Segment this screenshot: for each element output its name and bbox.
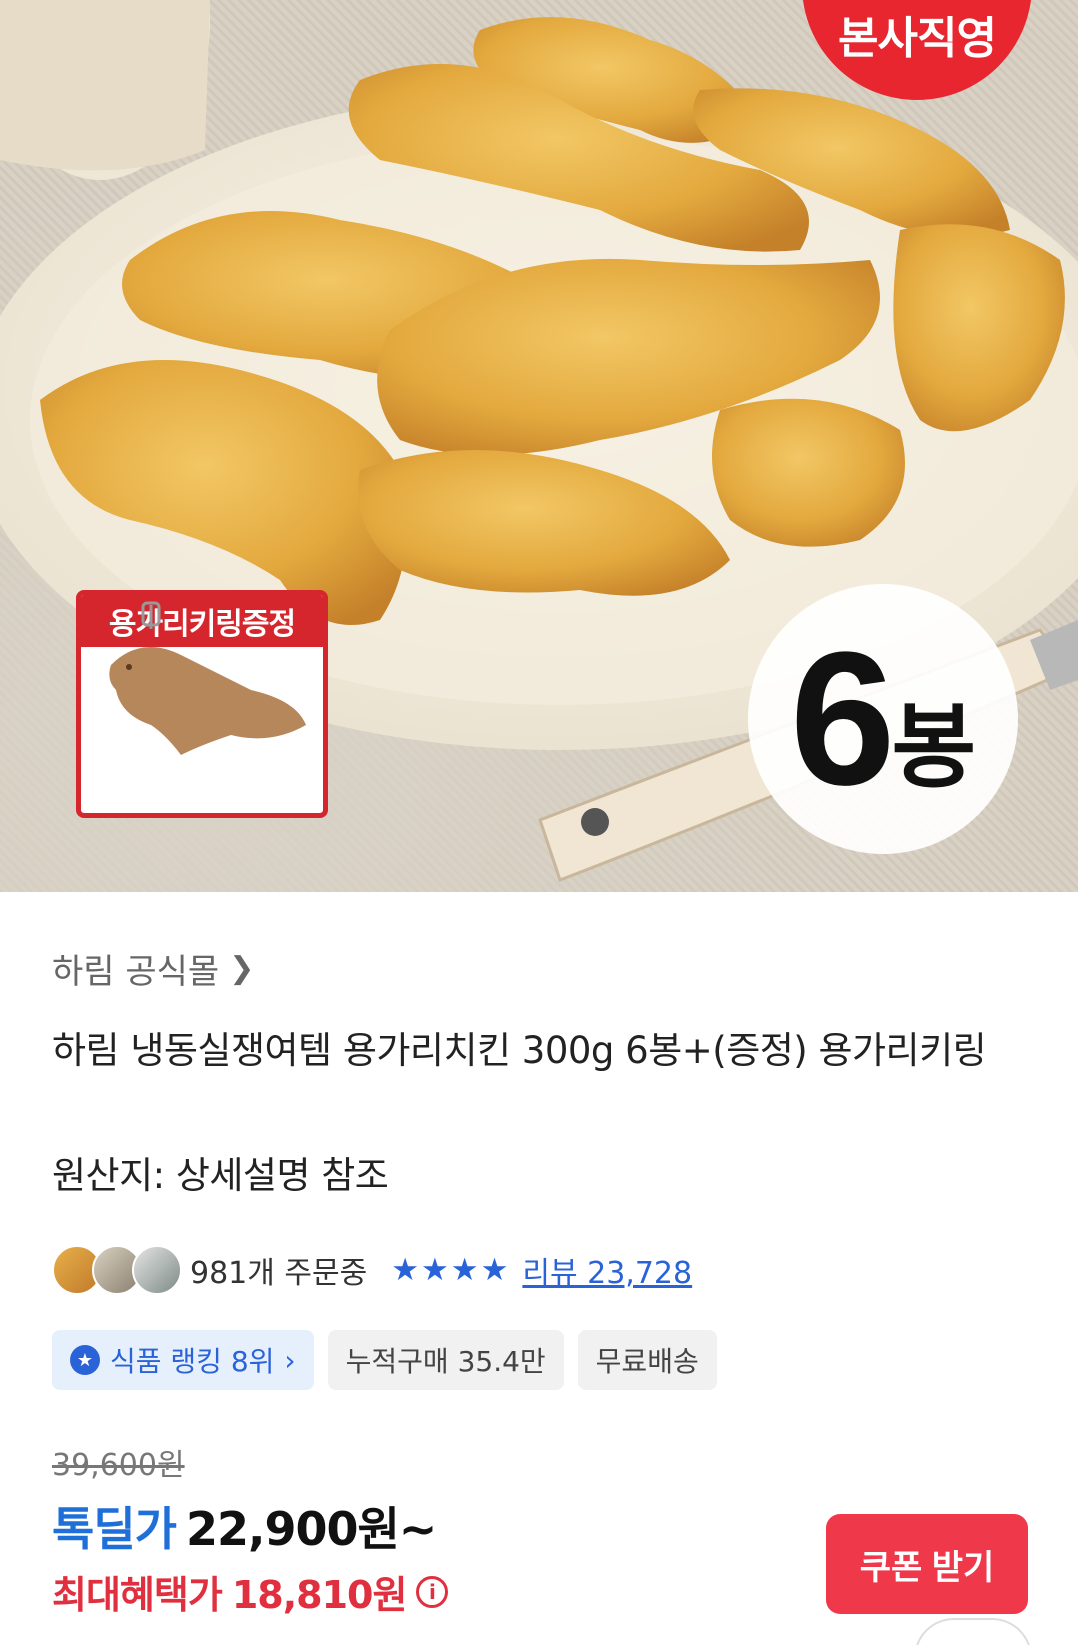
chevron-right-icon: › bbox=[284, 1343, 296, 1377]
coupon-button[interactable]: 쿠폰 받기 bbox=[826, 1514, 1028, 1614]
product-title: 하림 냉동실쟁여템 용가리치킨 300g 6봉+(증정) 용가리키링 bbox=[52, 1029, 987, 1072]
store-link[interactable]: 하림 공식몰 ❯ bbox=[52, 944, 254, 993]
direct-store-badge-label: 본사직영 bbox=[838, 13, 997, 64]
scroll-top-button[interactable] bbox=[914, 1618, 1032, 1645]
ranking-chip[interactable]: ★ 식품 랭킹 8위 › bbox=[52, 1330, 314, 1390]
gift-keyring-box: 용가리키링증정 bbox=[76, 590, 328, 818]
free-shipping-chip: 무료배송 bbox=[577, 1330, 717, 1390]
dinosaur-keyring-icon bbox=[109, 601, 306, 755]
product-origin: 원산지: 상세설명 참조 bbox=[52, 1154, 389, 1197]
pack-count-badge: 6 봉 bbox=[748, 584, 1018, 854]
star-icon: ★ bbox=[480, 1251, 509, 1288]
star-icon: ★ bbox=[391, 1251, 419, 1288]
ranking-chip-label: 식품 랭킹 8위 bbox=[110, 1345, 275, 1378]
cumulative-purchase-chip: 누적구매 35.4만 bbox=[327, 1330, 564, 1390]
deal-price: 22,900원~ bbox=[185, 1502, 437, 1556]
info-icon[interactable]: i bbox=[416, 1575, 449, 1608]
deal-label: 톡딜가 bbox=[52, 1502, 177, 1556]
rating-stars: ★ ★ ★ ★ bbox=[391, 1251, 509, 1288]
max-benefit-row: 최대혜택가 18,810원 i bbox=[52, 1564, 449, 1619]
social-proof-row: 981개 주문중 ★ ★ ★ ★ 리뷰 23,728 bbox=[52, 1245, 692, 1295]
order-count: 981개 주문중 bbox=[190, 1256, 368, 1291]
ranking-badge-icon: ★ bbox=[70, 1345, 100, 1375]
buyer-avatars bbox=[52, 1245, 184, 1295]
max-benefit-price: 18,810원 bbox=[231, 1573, 408, 1617]
review-link[interactable]: 리뷰 23,728 bbox=[522, 1248, 692, 1292]
store-name: 하림 공식몰 bbox=[52, 952, 220, 992]
star-icon: ★ bbox=[450, 1251, 479, 1288]
pack-count-number: 6 bbox=[789, 613, 896, 825]
chevron-right-icon: ❯ bbox=[229, 951, 255, 986]
original-price: 39,600원 bbox=[52, 1448, 185, 1483]
deal-price-row: 톡딜가 22,900원~ bbox=[52, 1493, 437, 1559]
avatar bbox=[132, 1245, 182, 1295]
star-icon: ★ bbox=[421, 1251, 449, 1288]
pack-count-unit: 봉 bbox=[891, 693, 977, 801]
max-benefit-label: 최대혜택가 bbox=[52, 1573, 223, 1617]
product-image[interactable]: 본사직영 용가리키링증정 6 봉 bbox=[0, 0, 1078, 892]
product-chips: ★ 식품 랭킹 8위 › 누적구매 35.4만 무료배송 bbox=[52, 1330, 717, 1390]
